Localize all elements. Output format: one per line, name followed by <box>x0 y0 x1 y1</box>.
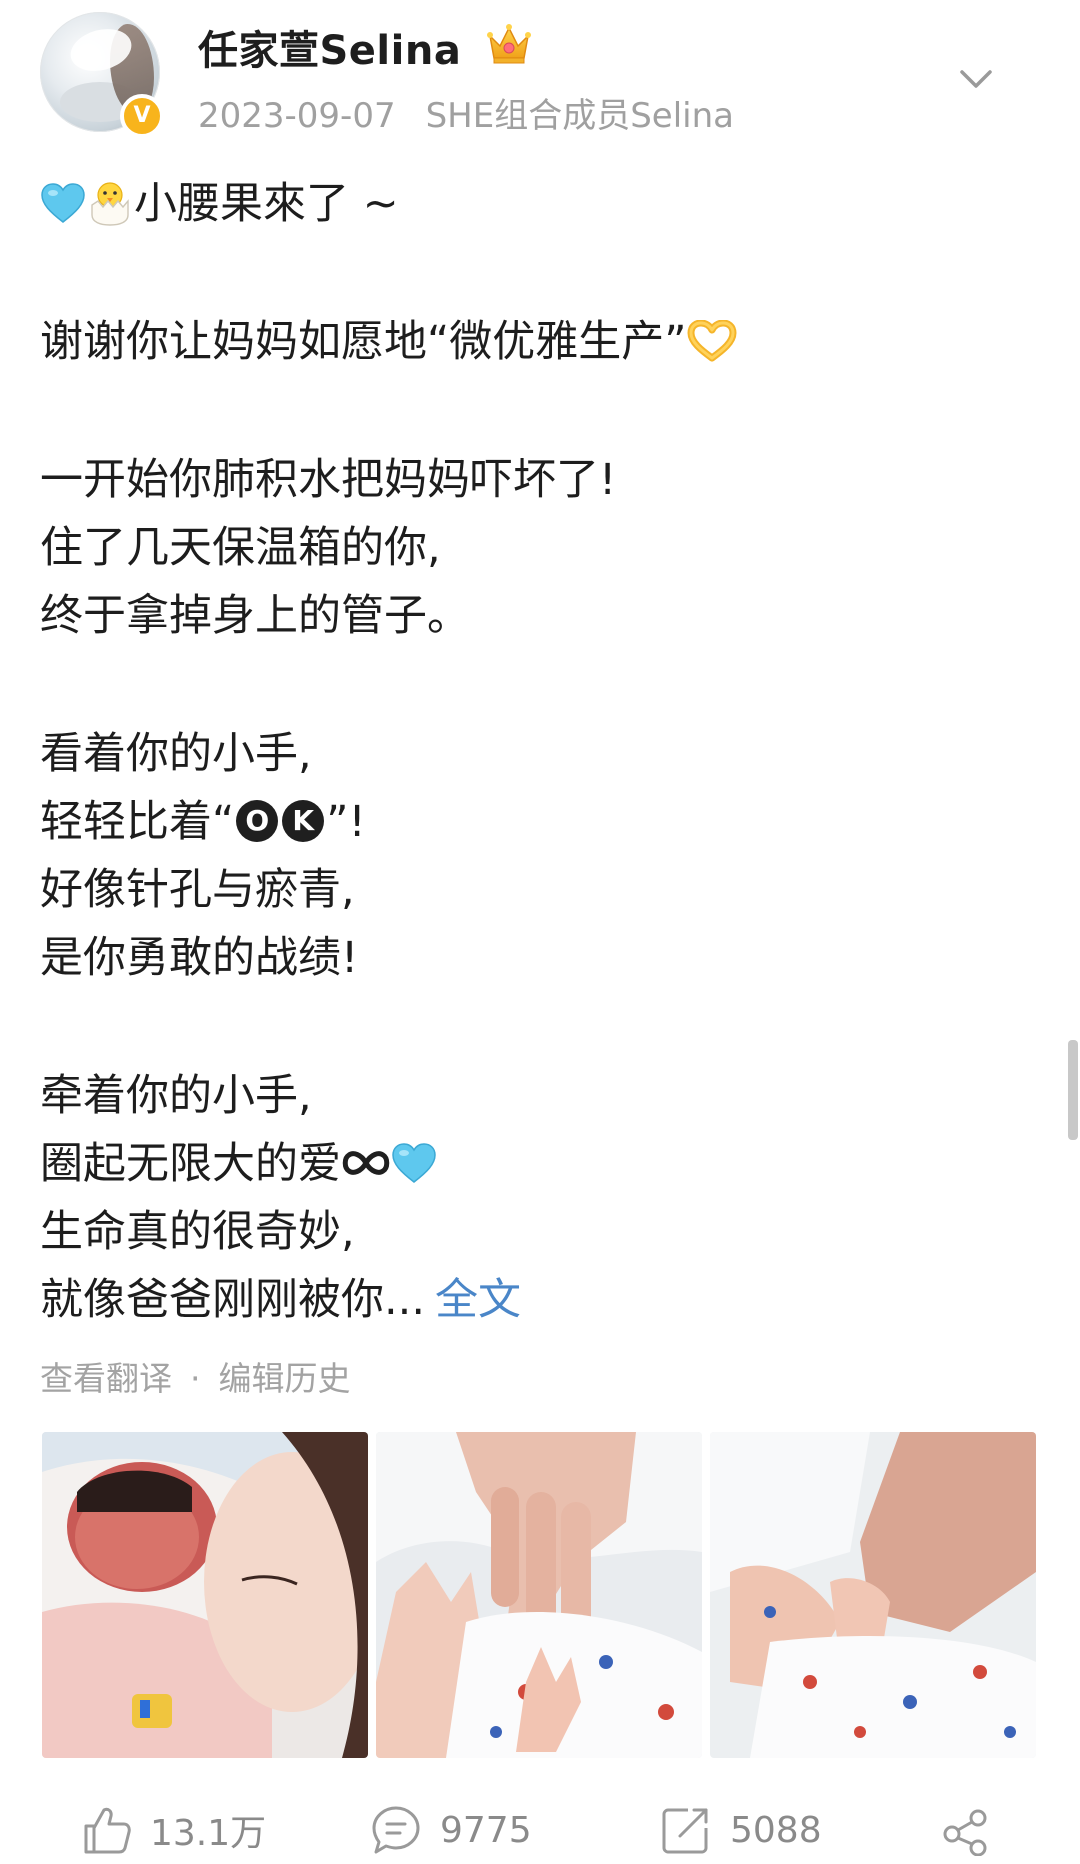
post-line-11: 圈起无限大的爱 <box>40 1130 1040 1198</box>
translate-link[interactable]: 查看翻译 <box>40 1359 172 1398</box>
like-button[interactable]: 13.1万 <box>80 1800 266 1860</box>
ok-letter-o-icon: O <box>236 799 279 842</box>
separator-dot: · <box>190 1359 201 1398</box>
repost-icon <box>662 1808 708 1854</box>
post-photo-3[interactable] <box>710 1432 1036 1758</box>
like-icon <box>84 1807 131 1854</box>
post-line-1-text: 小腰果來了 ~ <box>134 179 399 229</box>
infinity-icon <box>342 1150 390 1175</box>
post-line-2-text: 谢谢你让妈妈如愿地“微优雅生产” <box>40 317 687 367</box>
share-button[interactable] <box>940 1800 1010 1860</box>
post-line-13: 就像爸爸刚刚被你... 全文 <box>40 1266 1040 1334</box>
username[interactable]: 任家萱Selina <box>198 18 461 76</box>
post-line-10: 牵着你的小手, <box>40 1071 312 1121</box>
heart-hands-icon <box>687 319 737 361</box>
post-line-4: 住了几天保温箱的你, <box>40 523 441 573</box>
post-line-1: 小腰果來了 ~ <box>40 170 1040 238</box>
repost-count: 5088 <box>730 1809 822 1851</box>
post-date: 2023-09-07 <box>198 96 396 136</box>
chevron-down-icon[interactable] <box>954 58 998 102</box>
edit-history-link[interactable]: 编辑历史 <box>219 1359 351 1398</box>
post-line-6: 看着你的小手, <box>40 729 312 779</box>
post-line-2: 谢谢你让妈妈如愿地“微优雅生产” <box>40 308 1040 376</box>
post-line-11-text: 圈起无限大的爱 <box>40 1139 341 1189</box>
crown-icon <box>487 24 531 64</box>
post-line-7: 轻轻比着“ O K”! <box>40 788 1040 856</box>
post-line-13-text: 就像爸爸刚刚被你... <box>40 1275 426 1325</box>
post-source: SHE组合成员Selina <box>425 96 735 136</box>
post-line-5: 终于拿掉身上的管子。 <box>40 591 470 641</box>
post-line-3: 一开始你肺积水把妈妈吓坏了! <box>40 455 617 505</box>
weibo-post-page: V 任家萱Selina 2023-09-07 SHE组合成员Selina 小腰果… <box>0 0 1080 1864</box>
blue-heart-icon <box>392 1142 436 1183</box>
repost-button[interactable]: 5088 <box>660 1800 822 1860</box>
scrollbar[interactable] <box>1068 1040 1078 1140</box>
post-meta: 2023-09-07 SHE组合成员Selina <box>198 88 734 137</box>
blue-heart-icon <box>41 182 85 223</box>
full-text-link[interactable]: 全文 <box>435 1275 521 1325</box>
post-line-8: 好像针孔与瘀青, <box>40 865 355 915</box>
post-actions: 查看翻译 · 编辑历史 <box>40 1352 351 1400</box>
verified-badge-icon: V <box>120 94 164 138</box>
comment-icon <box>372 1806 420 1854</box>
comment-count: 9775 <box>440 1809 532 1851</box>
post-line-7-before: 轻轻比着“ <box>40 797 235 847</box>
ok-letter-k-icon: K <box>282 799 325 842</box>
like-count: 13.1万 <box>150 1813 267 1854</box>
post-photo-2[interactable] <box>376 1432 702 1758</box>
post-line-12: 生命真的很奇妙, <box>40 1207 355 1257</box>
post-photo-1[interactable] <box>42 1432 368 1758</box>
post-body: 小腰果來了 ~ 谢谢你让妈妈如愿地“微优雅生产” 一开始你肺积水把妈妈吓坏了! … <box>40 170 1040 1334</box>
post-line-7-after: ”! <box>326 797 366 847</box>
share-icon <box>943 1809 987 1856</box>
hatching-chick-icon <box>91 181 129 226</box>
comment-button[interactable]: 9775 <box>370 1800 532 1860</box>
post-line-9: 是你勇敢的战绩! <box>40 933 359 983</box>
